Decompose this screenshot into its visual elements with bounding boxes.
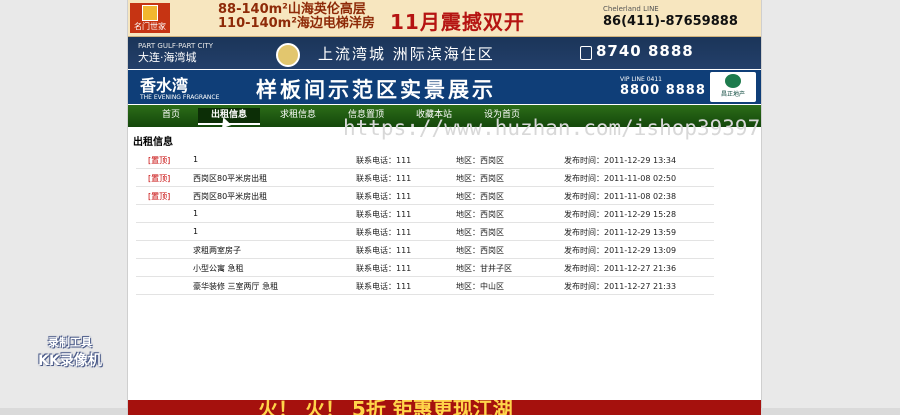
- banner1-line1: 88-140m²山海英伦高层: [218, 2, 366, 17]
- listing-date: 发布时间：2011-12-29 13:59: [564, 228, 677, 237]
- listing-title-link[interactable]: 豪华装修 三室两厅 急租: [193, 281, 278, 292]
- listing-contact: 联系电话：111: [356, 192, 412, 201]
- emblem-icon: [276, 43, 300, 67]
- tel-label: VIP LINE 0411: [620, 76, 662, 83]
- listing-title-link[interactable]: 西岗区80平米房出租: [193, 173, 267, 184]
- pinned-badge: [置顶]: [148, 156, 171, 165]
- page-gutter-left: [0, 408, 127, 415]
- listing-date: 发布时间：2011-11-08 02:38: [564, 192, 677, 201]
- listing-date: 发布时间：2011-12-27 21:33: [564, 282, 677, 291]
- recorder-watermark: 录制工具 KK录像机: [26, 334, 114, 370]
- listing-date: 发布时间：2011-12-29 13:09: [564, 246, 677, 255]
- banner2-tel: 8740 8888: [596, 42, 694, 60]
- bottom-ad-banner[interactable]: 火！ 火！ 5折 钜惠更现江湖: [128, 400, 761, 415]
- list-item[interactable]: [置顶] 1 联系电话：111 地区：西岗区 发布时间：2011-12-29 1…: [136, 151, 714, 169]
- listing-title-link[interactable]: 小型公寓 急租: [193, 263, 244, 274]
- page-container: 名门世家 88-140m²山海英伦高层 110-140m²海边电梯洋房 11月震…: [127, 0, 762, 415]
- listing-area: 地区：西岗区: [456, 246, 504, 255]
- company-logo-icon: [725, 74, 741, 88]
- list-item[interactable]: [置顶] 西岗区80平米房出租 联系电话：111 地区：西岗区 发布时间：201…: [136, 187, 714, 205]
- banner3-brand: 香水湾 THE EVENING FRAGRANCE: [140, 72, 219, 101]
- banner3-tel: VIP LINE 0411 8800 8888: [620, 76, 706, 98]
- banner1-promo: 11月震撼双开: [390, 10, 525, 34]
- company-logo: 昌正地产: [710, 72, 756, 102]
- list-item[interactable]: 求租两室房子 联系电话：111 地区：西岗区 发布时间：2011-12-29 1…: [136, 241, 714, 259]
- company-logo-text: 昌正地产: [720, 91, 745, 98]
- watermark: https://www.huzhan.com/ishop39397: [343, 116, 761, 140]
- pinned-badge: [置顶]: [148, 192, 171, 201]
- logo-text: 名门世家: [134, 22, 166, 31]
- tel-number: 8800 8888: [620, 83, 706, 98]
- brand-cn: 大连·海湾城: [138, 51, 197, 64]
- listing-contact: 联系电话：111: [356, 210, 412, 219]
- ad-banner-top[interactable]: 名门世家 88-140m²山海英伦高层 110-140m²海边电梯洋房 11月震…: [128, 0, 761, 37]
- listing-date: 发布时间：2011-12-29 15:28: [564, 210, 677, 219]
- listing-contact: 联系电话：111: [356, 264, 412, 273]
- listing-area: 地区：西岗区: [456, 210, 504, 219]
- listing-date: 发布时间：2011-12-27 21:36: [564, 264, 677, 273]
- banner1-hotline: Chelerland LINE 86(411)-87659888: [603, 5, 738, 29]
- list-item[interactable]: 豪华装修 三室两厅 急租 联系电话：111 地区：中山区 发布时间：2011-1…: [136, 277, 714, 295]
- ad-banner-middle[interactable]: PART GULF·PART CITY 大连·海湾城 上流湾城 洲际滨海住区 8…: [128, 37, 761, 69]
- listing-title-link[interactable]: 1: [193, 227, 198, 236]
- listing-contact: 联系电话：111: [356, 282, 412, 291]
- list-item[interactable]: [置顶] 西岗区80平米房出租 联系电话：111 地区：西岗区 发布时间：201…: [136, 169, 714, 187]
- list-item[interactable]: 1 联系电话：111 地区：西岗区 发布时间：2011-12-29 13:59: [136, 223, 714, 241]
- listing-title-link[interactable]: 1: [193, 155, 198, 164]
- listing-area: 地区：西岗区: [456, 156, 504, 165]
- listing-area: 地区：甘井子区: [456, 264, 512, 273]
- banner1-line2: 110-140m²海边电梯洋房: [218, 16, 375, 31]
- hotline-label: Chelerland LINE: [603, 5, 659, 13]
- listing-contact: 联系电话：111: [356, 156, 412, 165]
- listing-contact: 联系电话：111: [356, 174, 412, 183]
- brand-subtitle: THE EVENING FRAGRANCE: [140, 94, 220, 101]
- listing-area: 地区：中山区: [456, 282, 504, 291]
- banner1-lines: 88-140m²山海英伦高层 110-140m²海边电梯洋房: [218, 3, 375, 31]
- page-gutter-right: [761, 408, 900, 415]
- listing-area: 地区：西岗区: [456, 174, 504, 183]
- nav-seek-rent[interactable]: 求租信息: [268, 108, 328, 123]
- pinned-badge: [置顶]: [148, 174, 171, 183]
- list-item[interactable]: 1 联系电话：111 地区：西岗区 发布时间：2011-12-29 15:28: [136, 205, 714, 223]
- banner3-title: 样板间示范区实景展示: [256, 78, 496, 102]
- list-item[interactable]: 小型公寓 急租 联系电话：111 地区：甘井子区 发布时间：2011-12-27…: [136, 259, 714, 277]
- listing-title-link[interactable]: 1: [193, 209, 198, 218]
- listing-contact: 联系电话：111: [356, 228, 412, 237]
- recorder-line1: 录制工具: [48, 336, 92, 349]
- recorder-line2: KK录像机: [38, 353, 102, 369]
- listing-area: 地区：西岗区: [456, 192, 504, 201]
- page-title: 出租信息: [133, 137, 173, 148]
- logo-square-icon: [142, 5, 158, 21]
- listing-title-link[interactable]: 西岗区80平米房出租: [193, 191, 267, 202]
- listing-date: 发布时间：2011-12-29 13:34: [564, 156, 677, 165]
- ad-banner-bottom[interactable]: 香水湾 THE EVENING FRAGRANCE 样板间示范区实景展示 VIP…: [128, 70, 761, 104]
- brand-name: 香水湾: [140, 76, 189, 95]
- listing-area: 地区：西岗区: [456, 228, 504, 237]
- developer-logo: 名门世家: [130, 3, 170, 33]
- listing-title-link[interactable]: 求租两室房子: [193, 245, 241, 256]
- listing-contact: 联系电话：111: [356, 246, 412, 255]
- rental-list: [置顶] 1 联系电话：111 地区：西岗区 发布时间：2011-12-29 1…: [136, 151, 714, 295]
- phone-icon: [580, 46, 592, 60]
- hotline-number: 86(411)-87659888: [603, 14, 738, 29]
- banner2-brand: PART GULF·PART CITY 大连·海湾城: [138, 40, 213, 64]
- bottom-banner-text: 火！ 火！ 5折 钜惠更现江湖: [258, 400, 513, 415]
- listing-date: 发布时间：2011-11-08 02:50: [564, 174, 677, 183]
- banner2-slogan: 上流湾城 洲际滨海住区: [318, 45, 495, 63]
- nav-home[interactable]: 首页: [153, 108, 189, 123]
